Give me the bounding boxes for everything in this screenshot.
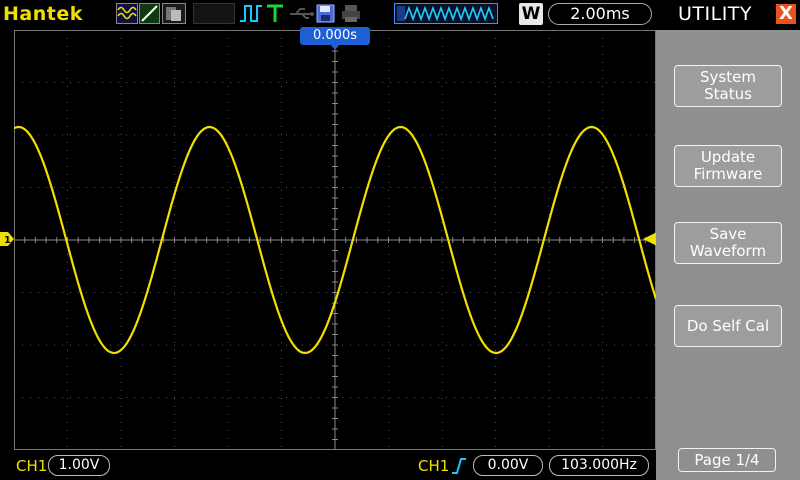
- display-mode-icon[interactable]: [139, 3, 160, 24]
- utility-menu-panel: UTILITY X System Status Update Firmware …: [656, 0, 800, 480]
- usb-icon: [288, 3, 316, 24]
- trigger-position-marker: [330, 44, 340, 50]
- trigger-source-label: CH1: [418, 457, 450, 475]
- graticule-grid: [14, 30, 656, 450]
- ch1-label: CH1: [16, 457, 48, 475]
- frequency-readout: 103.000Hz: [549, 455, 649, 476]
- status-slot: [193, 3, 235, 24]
- close-icon[interactable]: X: [776, 4, 796, 24]
- update-firmware-button[interactable]: Update Firmware: [674, 145, 782, 187]
- brand-logo: Hantek: [3, 3, 83, 25]
- trigger-status-icon: [265, 3, 285, 24]
- page-indicator-button[interactable]: Page 1/4: [678, 448, 776, 472]
- trigger-level-marker[interactable]: [643, 232, 657, 246]
- run-state-icon[interactable]: [238, 3, 264, 24]
- waveform-display[interactable]: [14, 30, 656, 450]
- trigger-level-readout[interactable]: 0.00V: [473, 455, 543, 476]
- save-waveform-button[interactable]: Save Waveform: [674, 222, 782, 264]
- printer-icon[interactable]: [340, 3, 362, 24]
- timebase-mode-badge[interactable]: W: [519, 3, 543, 25]
- trigger-position-readout[interactable]: 0.000s: [300, 27, 370, 45]
- timebase-readout[interactable]: 2.00ms: [548, 3, 652, 25]
- menu-header: UTILITY X: [656, 0, 800, 30]
- bottom-status-bar: CH1 1.00V CH1 0.00V 103.000Hz: [0, 452, 656, 480]
- save-icon[interactable]: [315, 3, 337, 24]
- persistence-icon[interactable]: [162, 3, 186, 24]
- acquire-mode-icon[interactable]: [116, 3, 138, 24]
- memory-depth-indicator: [394, 3, 498, 24]
- system-status-button[interactable]: System Status: [674, 65, 782, 107]
- ch1-ground-marker[interactable]: 1: [0, 232, 14, 246]
- top-status-bar: Hantek W 2.00ms: [0, 0, 656, 28]
- rising-edge-icon: [452, 458, 466, 474]
- menu-title: UTILITY: [678, 3, 753, 25]
- self-calibration-button[interactable]: Do Self Cal: [674, 305, 782, 347]
- ch1-scale-readout[interactable]: 1.00V: [48, 455, 110, 476]
- ch1-marker-label: 1: [4, 235, 11, 246]
